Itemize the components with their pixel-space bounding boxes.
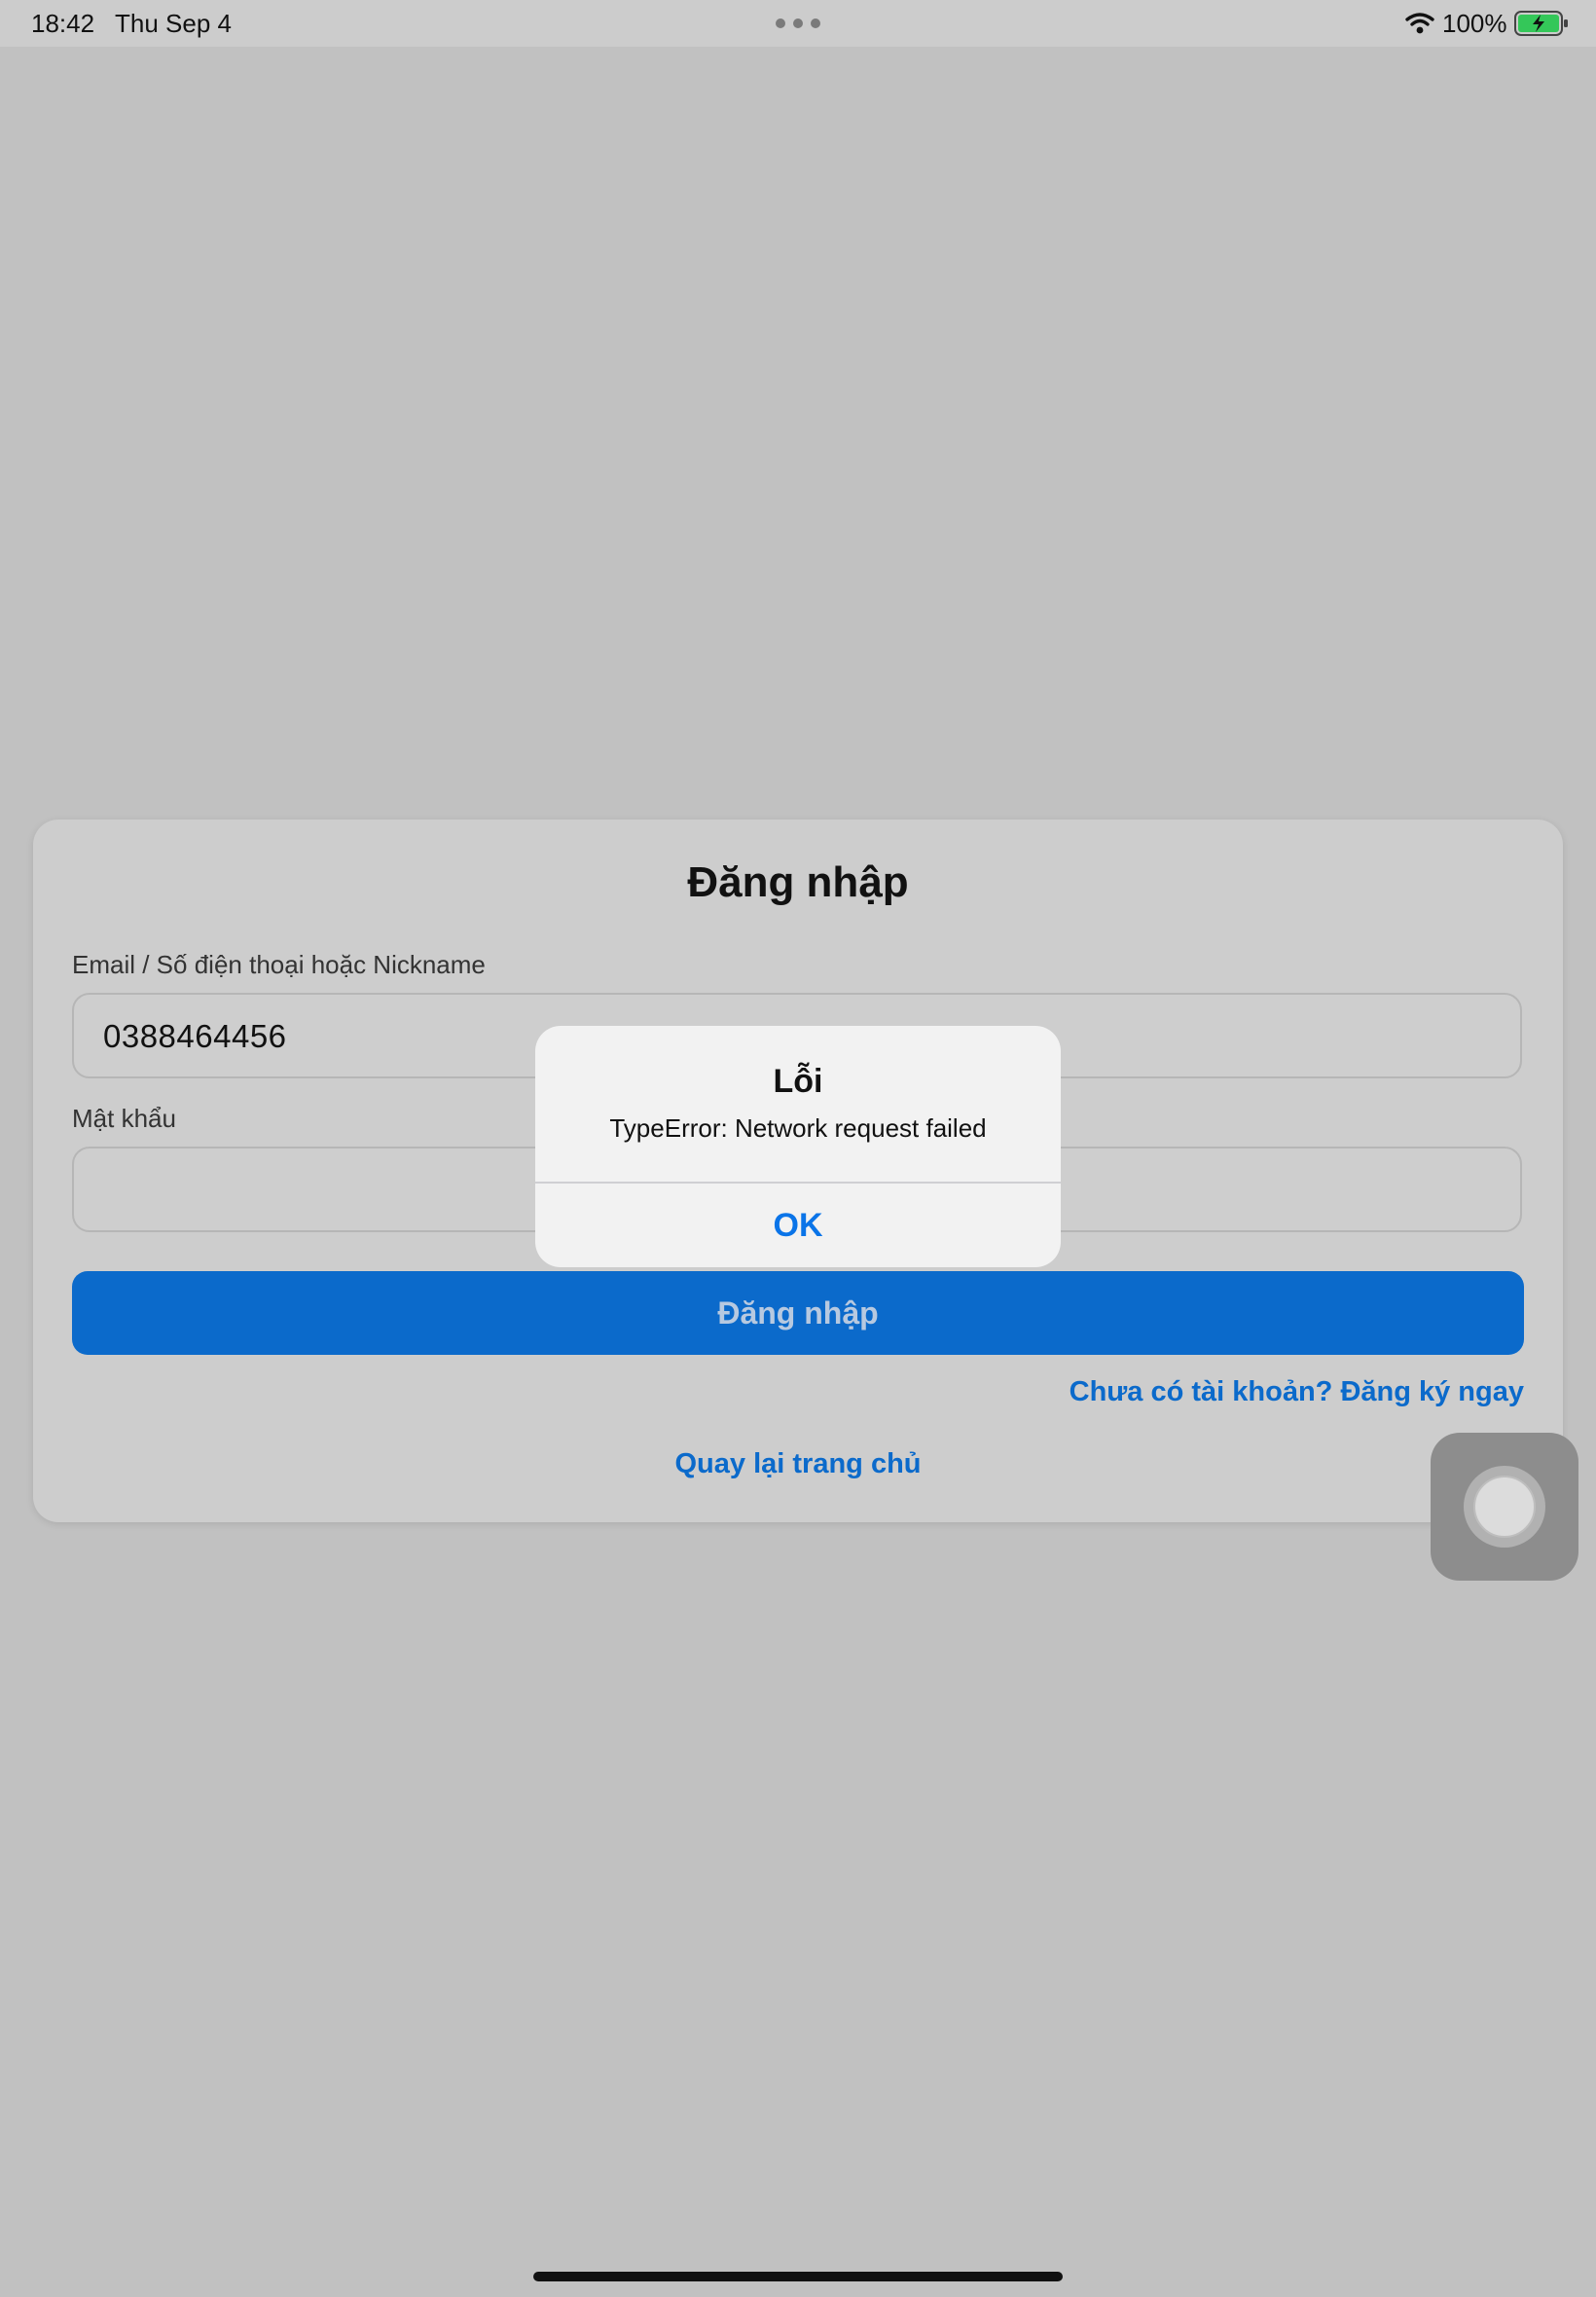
alert-title: Lỗi <box>773 1063 823 1100</box>
more-dots-icon[interactable] <box>775 18 821 29</box>
status-date: Thu Sep 4 <box>115 9 232 38</box>
email-value: 0388464456 <box>103 1018 287 1054</box>
battery-charging-icon <box>1514 11 1568 36</box>
battery-percent: 100% <box>1442 9 1507 38</box>
status-time: 18:42 <box>31 9 95 38</box>
alert-message: TypeError: Network request failed <box>609 1113 987 1143</box>
error-alert: Lỗi TypeError: Network request failed OK <box>535 1026 1061 1267</box>
assistive-touch-button[interactable] <box>1431 1433 1578 1581</box>
password-label: Mật khẩu <box>72 1104 176 1133</box>
wifi-icon <box>1405 13 1434 34</box>
assistive-touch-icon <box>1464 1466 1545 1548</box>
assistive-touch-core <box>1473 1476 1536 1538</box>
home-indicator[interactable] <box>533 2272 1063 2281</box>
register-link[interactable]: Chưa có tài khoản? Đăng ký ngay <box>1070 1376 1524 1408</box>
back-to-home-link[interactable]: Quay lại trang chủ <box>33 1448 1563 1480</box>
alert-ok-button[interactable]: OK <box>535 1184 1061 1267</box>
email-label: Email / Số điện thoại hoặc Nickname <box>72 950 486 979</box>
status-bar: 18:42 Thu Sep 4 100% <box>0 0 1596 47</box>
page-title: Đăng nhập <box>687 858 909 906</box>
login-button[interactable]: Đăng nhập <box>72 1271 1524 1355</box>
